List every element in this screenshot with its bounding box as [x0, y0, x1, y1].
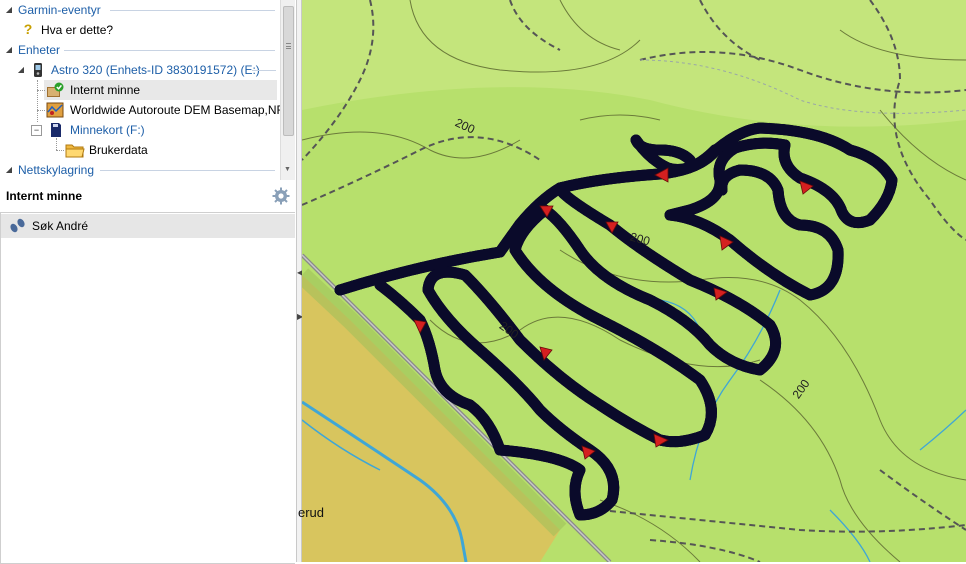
checkmark-icon: [46, 82, 64, 98]
tree-item-internal-memory[interactable]: Internt minne: [44, 80, 277, 100]
tree-section-devices[interactable]: ◢ Enheter: [0, 40, 280, 60]
tree-item-whats-this[interactable]: ? Hva er dette?: [0, 20, 280, 40]
section-divider: [100, 170, 275, 171]
section-label: Enheter: [18, 43, 61, 57]
tree-connector: [37, 90, 45, 92]
grip-icon: [286, 43, 291, 47]
grip-icon: [286, 48, 291, 49]
tree-section-cloud[interactable]: ◢ Nettskylagring: [0, 160, 280, 180]
collapse-box-icon[interactable]: −: [31, 125, 42, 136]
section-divider: [110, 10, 275, 11]
tree-item-memory-card[interactable]: − Minnekort (F:): [0, 120, 280, 140]
device-label: Astro 320 (Enhets-ID 3830191572) (E:): [51, 63, 260, 77]
tree-item-device[interactable]: ◢ Astro 320 (Enhets-ID 3830191572) (E:): [0, 60, 280, 80]
panel-title: Internt minne: [6, 189, 83, 203]
section-divider: [252, 70, 276, 71]
list-item-label: Søk André: [32, 219, 89, 233]
tree-connector: [56, 138, 58, 150]
tree-connector: [37, 80, 39, 122]
item-label: Worldwide Autoroute DEM Basemap,NR: [70, 103, 280, 117]
item-label: Minnekort (F:): [70, 123, 145, 137]
left-pane: ◢ Garmin-eventyr ? Hva er dette? ◢ Enhet…: [0, 0, 296, 564]
gear-icon[interactable]: [272, 187, 290, 205]
scrollbar-thumb[interactable]: [283, 6, 294, 136]
item-label: Internt minne: [70, 83, 141, 97]
question-icon: ?: [23, 21, 33, 37]
section-divider: [64, 50, 275, 51]
panel-header: Internt minne: [0, 182, 296, 210]
section-label: Nettskylagring: [18, 163, 95, 177]
tree-item-basemap[interactable]: Worldwide Autoroute DEM Basemap,NR: [44, 100, 280, 120]
expand-arrow-icon[interactable]: ◢: [4, 40, 14, 60]
memory-card-icon: [48, 122, 64, 138]
tree-item-user-data[interactable]: Brukerdata: [62, 140, 277, 160]
expand-arrow-icon[interactable]: ◢: [4, 160, 14, 180]
device-tree: ◢ Garmin-eventyr ? Hva er dette? ◢ Enhet…: [0, 0, 280, 180]
tree-connector: [37, 110, 45, 112]
map-icon: [46, 102, 64, 118]
expand-arrow-icon[interactable]: ◢: [16, 60, 26, 80]
item-label: Brukerdata: [89, 143, 148, 157]
footprints-icon: [8, 218, 28, 234]
scroll-down-icon[interactable]: ▼: [284, 166, 291, 173]
item-label: Hva er dette?: [41, 23, 114, 37]
map-view[interactable]: 200 200 200 200: [302, 0, 966, 562]
section-label: Garmin-eventyr: [18, 3, 101, 17]
content-list: Søk André: [0, 212, 295, 564]
tree-section-adventures[interactable]: ◢ Garmin-eventyr: [0, 0, 280, 20]
folder-icon: [65, 142, 85, 158]
list-item[interactable]: Søk André: [1, 214, 295, 238]
expand-arrow-icon[interactable]: ◢: [4, 0, 14, 20]
device-icon: [30, 62, 46, 78]
tree-scrollbar[interactable]: ▼: [280, 0, 295, 180]
tree-connector: [56, 150, 64, 152]
place-label: erud: [298, 505, 325, 520]
